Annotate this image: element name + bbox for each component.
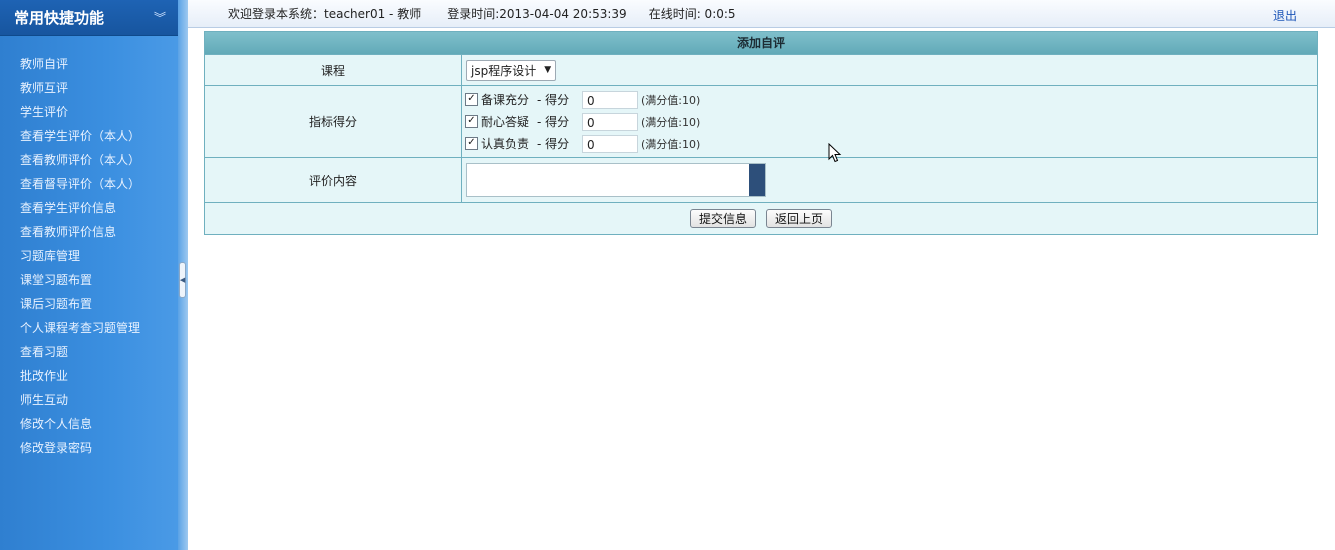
full-score-hint: (满分值:10) xyxy=(641,93,701,107)
add-self-eval-form: 添加自评 课程 jsp程序设计 ▼ 指标得分 ✓ 备课充分 - 得分 0 (满分… xyxy=(204,31,1318,235)
sidebar-title: 常用快捷功能 xyxy=(14,9,105,27)
course-row: 课程 jsp程序设计 ▼ xyxy=(205,54,1317,85)
welcome-text: 欢迎登录本系统：teacher01 - 教师 xyxy=(228,7,422,21)
back-button[interactable]: 返回上页 xyxy=(766,209,833,228)
login-time: 登录时间:2013-04-04 20:53:39 xyxy=(447,7,627,21)
sidebar-header: 常用快捷功能 ︾ xyxy=(0,0,178,36)
sidebar-item-student-eval[interactable]: 学生评价 xyxy=(0,100,178,124)
sidebar-item-teacher-student-interaction[interactable]: 师生互动 xyxy=(0,388,178,412)
score-sep: - 得分 xyxy=(537,93,570,107)
indicator-checkbox[interactable]: ✓ xyxy=(465,93,478,106)
content-label: 评价内容 xyxy=(205,158,462,202)
score-label: 指标得分 xyxy=(205,86,462,157)
content-row: 评价内容 xyxy=(205,157,1317,202)
indicator-name: 备课充分 xyxy=(481,93,530,107)
sidebar-item-teacher-peer-eval[interactable]: 教师互评 xyxy=(0,76,178,100)
submit-button[interactable]: 提交信息 xyxy=(689,209,756,228)
sidebar-item-view-student-eval-info[interactable]: 查看学生评价信息 xyxy=(0,196,178,220)
indicator-checkbox[interactable]: ✓ xyxy=(465,115,478,128)
sidebar-item-course-exam-exercises[interactable]: 个人课程考查习题管理 xyxy=(0,316,178,340)
sidebar-item-class-exercises[interactable]: 课堂习题布置 xyxy=(0,268,178,292)
indicator-list: ✓ 备课充分 - 得分 0 (满分值:10) ✓ 耐心答疑 - 得分 0 (满分… xyxy=(465,89,700,155)
collapse-sidebar-handle[interactable]: ◀ xyxy=(179,262,186,298)
sidebar-item-view-student-eval-self[interactable]: 查看学生评价（本人） xyxy=(0,124,178,148)
online-time: 在线时间: 0:0:5 xyxy=(648,7,736,21)
course-select[interactable]: jsp程序设计 ▼ xyxy=(466,59,557,81)
sidebar-item-edit-profile[interactable]: 修改个人信息 xyxy=(0,412,178,436)
course-label: 课程 xyxy=(205,55,462,85)
sidebar-item-grade-homework[interactable]: 批改作业 xyxy=(0,364,178,388)
sidebar-item-view-teacher-eval-info[interactable]: 查看教师评价信息 xyxy=(0,220,178,244)
score-sep: - 得分 xyxy=(537,137,570,151)
sidebar-item-view-supervisor-eval-self[interactable]: 查看督导评价（本人） xyxy=(0,172,178,196)
buttons-row: 提交信息 返回上页 xyxy=(205,202,1317,234)
score-input[interactable]: 0 xyxy=(582,134,638,153)
sidebar-menu: 教师自评 教师互评 学生评价 查看学生评价（本人） 查看教师评价（本人） 查看督… xyxy=(0,36,178,460)
sidebar-item-homework-exercises[interactable]: 课后习题布置 xyxy=(0,292,178,316)
sidebar-item-view-teacher-eval-self[interactable]: 查看教师评价（本人） xyxy=(0,148,178,172)
sidebar-item-change-password[interactable]: 修改登录密码 xyxy=(0,436,178,460)
score-input[interactable]: 0 xyxy=(582,112,638,131)
indicator-checkbox[interactable]: ✓ xyxy=(465,137,478,150)
mouse-pointer-icon xyxy=(828,143,842,163)
indicator-item: ✓ 认真负责 - 得分 0 (满分值:10) xyxy=(465,133,700,155)
score-input[interactable]: 0 xyxy=(582,90,638,109)
score-row: 指标得分 ✓ 备课充分 - 得分 0 (满分值:10) ✓ 耐心答疑 - 得分 … xyxy=(205,85,1317,157)
indicator-name: 认真负责 xyxy=(481,137,530,151)
double-chevron-down-icon[interactable]: ︾ xyxy=(154,12,166,24)
sidebar-item-teacher-self-eval[interactable]: 教师自评 xyxy=(0,52,178,76)
indicator-name: 耐心答疑 xyxy=(481,115,530,129)
sidebar: 常用快捷功能 ︾ 教师自评 教师互评 学生评价 查看学生评价（本人） 查看教师评… xyxy=(0,0,178,550)
sidebar-item-question-bank[interactable]: 习题库管理 xyxy=(0,244,178,268)
content-textarea[interactable] xyxy=(466,163,766,197)
top-bar: 欢迎登录本系统：teacher01 - 教师 登录时间:2013-04-04 2… xyxy=(188,0,1335,28)
full-score-hint: (满分值:10) xyxy=(641,137,701,151)
indicator-item: ✓ 备课充分 - 得分 0 (满分值:10) xyxy=(465,89,700,111)
sidebar-item-view-exercises[interactable]: 查看习题 xyxy=(0,340,178,364)
form-title: 添加自评 xyxy=(205,32,1317,54)
score-sep: - 得分 xyxy=(537,115,570,129)
indicator-item: ✓ 耐心答疑 - 得分 0 (满分值:10) xyxy=(465,111,700,133)
chevron-left-icon: ◀ xyxy=(179,276,186,284)
caret-down-icon: ▼ xyxy=(544,65,552,75)
course-select-value: jsp程序设计 xyxy=(471,63,537,78)
textarea-scrollbar[interactable] xyxy=(749,164,765,196)
logout-link[interactable]: 退出 xyxy=(1273,7,1297,24)
full-score-hint: (满分值:10) xyxy=(641,115,701,129)
